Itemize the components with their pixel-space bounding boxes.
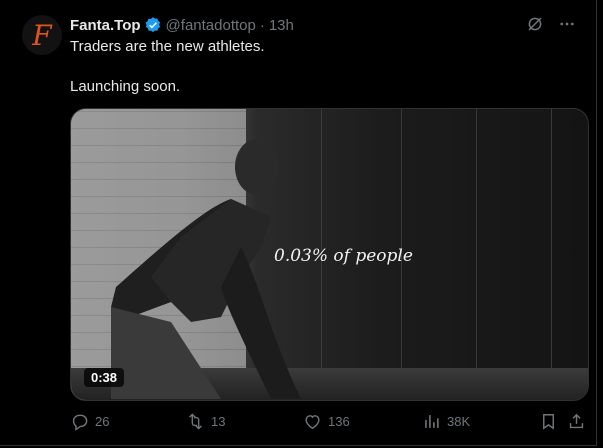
like-count: 136 (328, 414, 350, 429)
tweet-text-line: Launching soon. (70, 78, 181, 95)
repost-count: 13 (211, 414, 226, 429)
tweet-text: Traders are the new athletes. Launching … (70, 37, 570, 97)
separator: · (259, 16, 265, 34)
video-player[interactable]: 0.03% of people 0:38 (70, 108, 589, 401)
reply-button[interactable]: 26 (70, 412, 109, 431)
avatar-letter: F (32, 19, 52, 52)
views-count: 38K (447, 414, 471, 429)
video-background-panel (551, 109, 552, 400)
views-button[interactable]: 38K (422, 412, 470, 431)
video-overlay-text: 0.03% of people (274, 246, 413, 266)
timestamp[interactable]: 13h (269, 17, 294, 34)
tweet-text-line: Traders are the new athletes. (70, 38, 265, 55)
views-icon (422, 412, 441, 431)
tweet-header: Fanta.Top @fantadottop · 13h (70, 15, 576, 35)
tweet-card[interactable]: F Fanta.Top @fantadottop · 13h Traders a… (0, 0, 597, 446)
grok-icon[interactable] (526, 15, 544, 33)
avatar[interactable]: F (22, 15, 62, 55)
more-icon[interactable] (558, 15, 576, 33)
handle[interactable]: @fantadottop (166, 17, 256, 34)
share-button[interactable] (567, 412, 586, 431)
share-icon (567, 412, 586, 431)
video-background-panel (476, 109, 477, 400)
reply-icon (70, 412, 89, 431)
verified-icon (144, 16, 162, 34)
repost-button[interactable]: 13 (186, 412, 225, 431)
action-bar: 26 13 136 38K (70, 412, 584, 434)
like-icon (303, 412, 322, 431)
bookmark-button[interactable] (539, 412, 558, 431)
display-name[interactable]: Fanta.Top (70, 17, 141, 34)
video-duration-badge: 0:38 (84, 368, 125, 387)
header-actions (526, 15, 576, 33)
reply-count: 26 (95, 414, 110, 429)
like-button[interactable]: 136 (303, 412, 350, 431)
bookmark-icon (539, 412, 558, 431)
player-silhouette (111, 139, 301, 399)
repost-icon (186, 412, 205, 431)
